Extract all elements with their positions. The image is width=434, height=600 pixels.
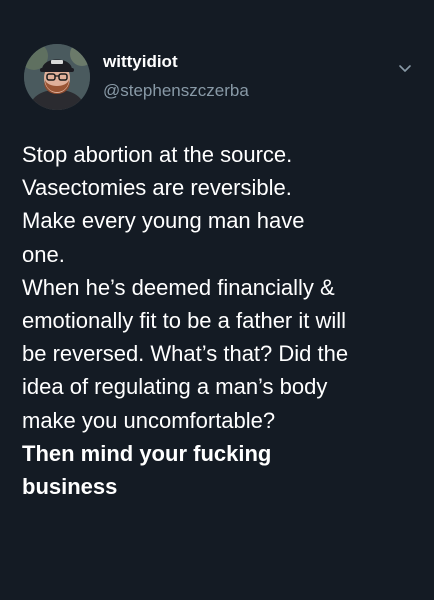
tweet-text-line: be reversed. What’s that? Did the (22, 341, 349, 367)
tweet-text-line: Stop abortion at the source. (22, 142, 293, 167)
tweet-text-line: emotionally fit to be a father it will (22, 308, 347, 334)
display-name[interactable]: wittyidiot (103, 52, 178, 72)
tweet-text: Stop abortion at the source. Vasectomies… (22, 138, 422, 503)
tweet-text-bold-line: business (22, 474, 118, 500)
avatar-image (24, 44, 90, 110)
tweet-text-line: Make every young man have (22, 208, 305, 234)
avatar[interactable] (24, 44, 90, 110)
tweet-text-line: one. (22, 241, 65, 267)
tweet-text-line: make you uncomfortable? (22, 407, 276, 433)
chevron-down-icon[interactable] (397, 60, 413, 76)
tweet-text-line: Vasectomies are reversible. (22, 175, 292, 201)
tweet-text-bold-line: Then mind your fucking (22, 440, 272, 466)
user-handle[interactable]: @stephenszczerba (103, 81, 249, 101)
tweet-card: wittyidiot @stephenszczerba Stop abortio… (0, 0, 434, 600)
tweet-text-line: idea of regulating a man’s body (22, 374, 328, 400)
tweet-text-line: When he’s deemed financially & (22, 274, 335, 300)
